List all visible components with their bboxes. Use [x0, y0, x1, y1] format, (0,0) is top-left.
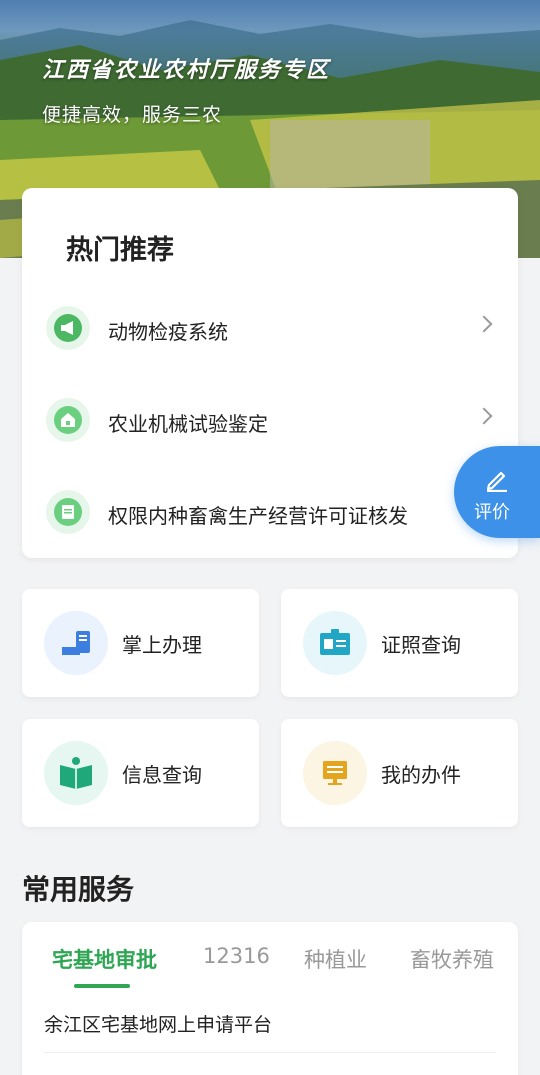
hot-item-label: 权限内种畜禽生产经营许可证核发 [108, 504, 408, 528]
hot-recommend-card: 热门推荐 动物检疫系统 农业机械试验鉴定 权限内种畜禽生产经营许可证核发 [22, 188, 518, 558]
evaluate-button[interactable]: 评价 [454, 446, 540, 538]
house-icon [46, 398, 90, 442]
tab-homestead-approval[interactable]: 宅基地审批 [52, 944, 157, 974]
tile-label: 我的办件 [381, 763, 461, 787]
evaluate-label: 评价 [474, 502, 510, 523]
banner-subtitle: 便捷高效，服务三农 [42, 104, 223, 126]
megaphone-icon [46, 306, 90, 350]
tab-12316[interactable]: 12316 [203, 944, 270, 968]
tile-license-query[interactable]: 证照查询 [281, 589, 518, 697]
divider [44, 1052, 496, 1053]
tile-info-query[interactable]: 信息查询 [22, 719, 259, 827]
hot-recommend-title: 热门推荐 [66, 235, 174, 266]
pencil-icon [486, 471, 507, 492]
tab-planting[interactable]: 种植业 [304, 944, 367, 974]
common-services-title: 常用服务 [22, 873, 135, 906]
list-item[interactable]: 余江区宅基地网上申请平台 [44, 1010, 272, 1037]
hot-item-machinery-test[interactable]: 农业机械试验鉴定 [22, 388, 518, 452]
monitor-icon [303, 741, 367, 805]
hot-item-label: 动物检疫系统 [108, 320, 228, 344]
phone-hand-icon [44, 611, 108, 675]
hot-item-animal-quarantine[interactable]: 动物检疫系统 [22, 296, 518, 360]
tile-mobile-handling[interactable]: 掌上办理 [22, 589, 259, 697]
tab-livestock[interactable]: 畜牧养殖 [410, 944, 494, 974]
hot-item-label: 农业机械试验鉴定 [108, 412, 268, 436]
id-card-icon [303, 611, 367, 675]
chevron-right-icon [475, 407, 493, 425]
hot-item-livestock-license[interactable]: 权限内种畜禽生产经营许可证核发 [22, 480, 518, 544]
tile-my-cases[interactable]: 我的办件 [281, 719, 518, 827]
tile-label: 信息查询 [122, 763, 202, 787]
chevron-right-icon [475, 315, 493, 333]
active-tab-indicator [74, 984, 130, 988]
document-icon [46, 490, 90, 534]
tile-label: 证照查询 [381, 633, 461, 657]
tile-label: 掌上办理 [122, 633, 202, 657]
open-book-icon [44, 741, 108, 805]
banner-title: 江西省农业农村厅服务专区 [42, 58, 331, 83]
common-services-card: 宅基地审批 12316 种植业 畜牧养殖 余江区宅基地网上申请平台 [22, 922, 518, 1075]
